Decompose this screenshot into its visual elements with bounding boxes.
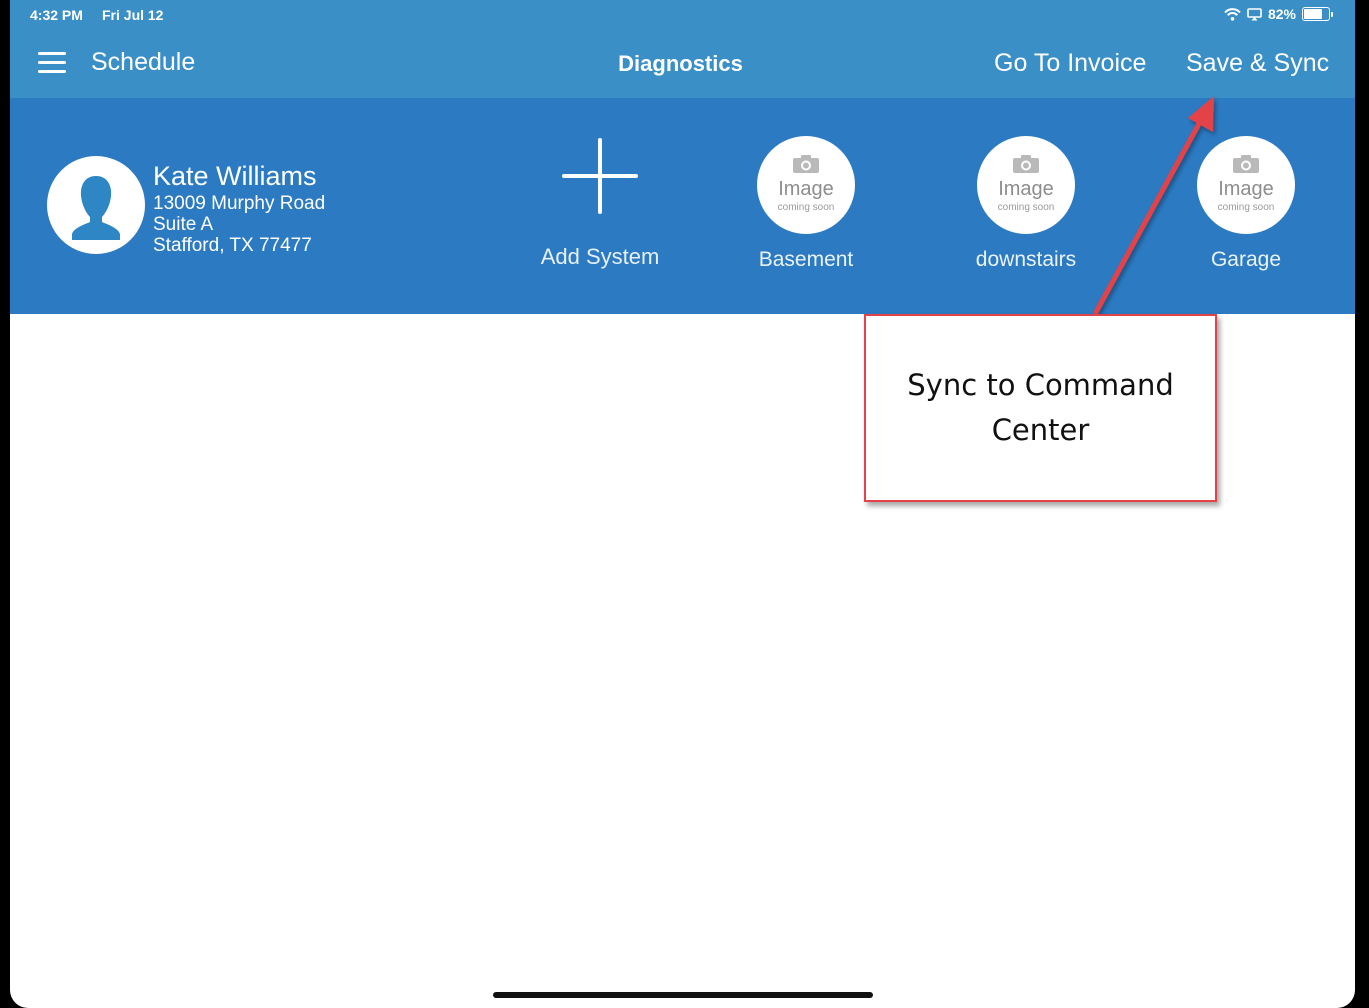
camera-icon [793, 155, 819, 173]
system-image-placeholder: Image coming soon [1197, 136, 1295, 234]
plus-icon [562, 138, 638, 214]
screen-mirror-icon [1247, 7, 1262, 20]
battery-percent: 82% [1267, 6, 1296, 22]
battery-icon [1302, 7, 1330, 21]
save-sync-button[interactable]: Save & Sync [1186, 49, 1329, 78]
system-downstairs[interactable]: Image coming soon downstairs [946, 136, 1106, 272]
status-bar: 4:32 PM Fri Jul 12 82% [10, 0, 1355, 30]
top-bar: 4:32 PM Fri Jul 12 82% Schedule Diagnost… [10, 0, 1355, 98]
home-indicator [493, 992, 873, 998]
status-indicators: 82% [1224, 6, 1333, 22]
battery-fill [1304, 9, 1322, 19]
add-system-button[interactable]: Add System [530, 138, 670, 270]
system-image-placeholder: Image coming soon [977, 136, 1075, 234]
system-garage[interactable]: Image coming soon Garage [1166, 136, 1326, 272]
avatar-icon [72, 176, 120, 240]
image-placeholder-subtext: coming soon [997, 202, 1055, 213]
customer-address-line1: 13009 Murphy Road [153, 193, 326, 214]
device-screen: 4:32 PM Fri Jul 12 82% Schedule Diagnost… [10, 0, 1355, 1008]
image-placeholder-text: Image [778, 178, 834, 200]
callout-text: Sync to Command Center [907, 368, 1174, 447]
wifi-icon [1224, 7, 1241, 21]
system-label: downstairs [975, 248, 1077, 271]
page-title: Diagnostics [618, 51, 743, 76]
add-system-label: Add System [540, 244, 660, 269]
customer-name: Kate Williams [153, 161, 317, 191]
avatar [47, 156, 145, 254]
image-placeholder-subtext: coming soon [1217, 202, 1275, 213]
image-placeholder-subtext: coming soon [777, 202, 835, 213]
callout-box: Sync to Command Center [864, 314, 1217, 502]
go-to-invoice-button[interactable]: Go To Invoice [994, 49, 1146, 78]
system-label: Basement [758, 248, 854, 271]
camera-icon [1013, 155, 1039, 173]
image-placeholder-text: Image [998, 178, 1054, 200]
status-time: 4:32 PM [30, 7, 83, 23]
camera-icon [1233, 155, 1259, 173]
image-placeholder-text: Image [1218, 178, 1274, 200]
customer-address-line2: Suite A [153, 214, 214, 235]
battery-tip [1331, 11, 1333, 17]
system-label: Garage [1210, 248, 1282, 271]
customer-address-line3: Stafford, TX 77477 [153, 235, 312, 256]
customer-band: Kate Williams 13009 Murphy Road Suite A … [10, 98, 1355, 314]
system-basement[interactable]: Image coming soon Basement [726, 136, 886, 272]
status-date: Fri Jul 12 [102, 7, 164, 23]
system-image-placeholder: Image coming soon [757, 136, 855, 234]
nav-bar: Schedule Diagnostics Go To Invoice Save … [10, 30, 1355, 98]
